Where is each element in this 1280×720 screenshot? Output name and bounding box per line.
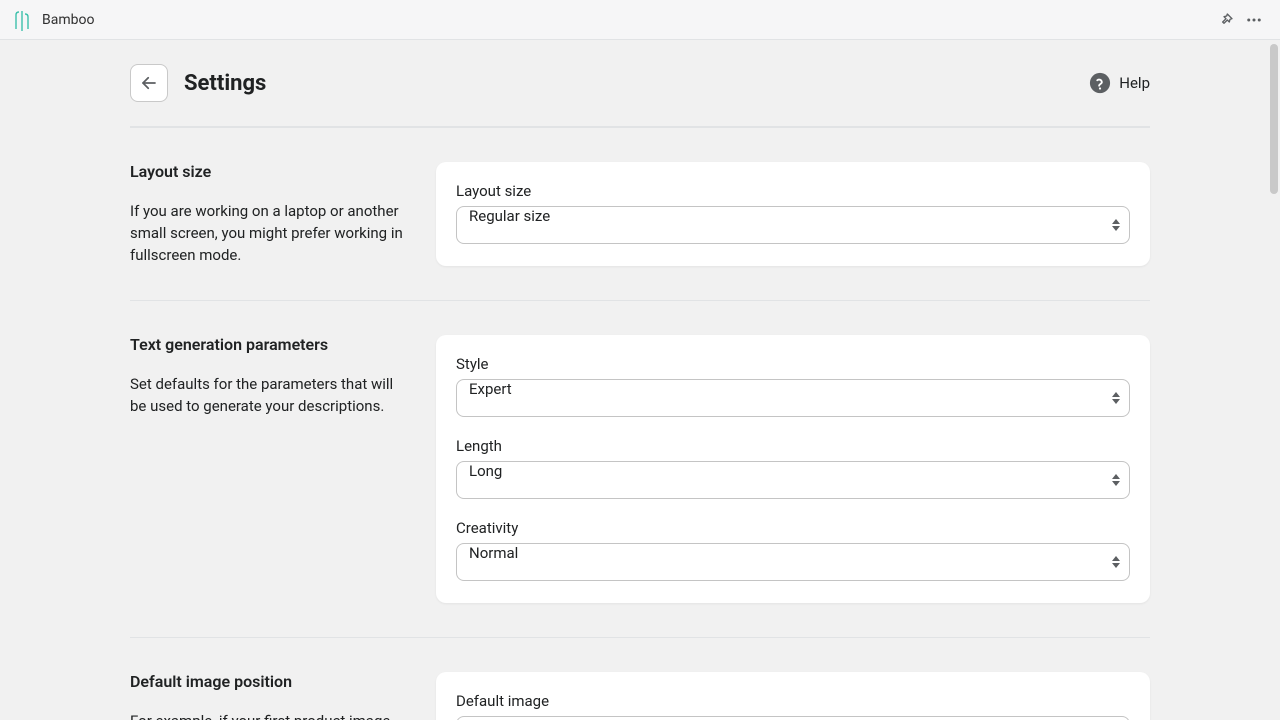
app-logo-icon	[12, 8, 32, 32]
section-description: If you are working on a laptop or anothe…	[130, 201, 410, 266]
section-description: For example, if your first product image…	[130, 711, 410, 720]
default-image-select[interactable]: Position 1	[456, 716, 1130, 720]
page-title: Settings	[184, 71, 266, 96]
creativity-label: Creativity	[456, 519, 1130, 537]
back-button[interactable]	[130, 64, 168, 102]
more-menu-button[interactable]	[1240, 6, 1268, 34]
length-select[interactable]: Long	[456, 461, 1130, 499]
scrollbar-thumb[interactable]	[1270, 44, 1278, 194]
layout-size-select[interactable]: Regular size	[456, 206, 1130, 244]
section-title: Default image position	[130, 672, 410, 691]
section-title: Text generation parameters	[130, 335, 410, 354]
card-text-generation: Style Expert Length Long	[436, 335, 1150, 603]
card-layout-size: Layout size Regular size	[436, 162, 1150, 266]
help-label: Help	[1119, 74, 1150, 92]
arrow-left-icon	[140, 74, 158, 92]
style-label: Style	[456, 355, 1130, 373]
content-viewport: Settings Help Layout size If you are wor…	[0, 40, 1280, 720]
style-select[interactable]: Expert	[456, 379, 1130, 417]
creativity-select[interactable]: Normal	[456, 543, 1130, 581]
section-layout-size: Layout size If you are working on a lapt…	[130, 127, 1150, 300]
card-default-image: Default image Position 1 Select the posi…	[436, 672, 1150, 720]
layout-size-label: Layout size	[456, 182, 1130, 200]
section-text-generation: Text generation parameters Set defaults …	[130, 300, 1150, 637]
length-label: Length	[456, 437, 1130, 455]
section-description: Set defaults for the parameters that wil…	[130, 374, 410, 418]
help-link[interactable]: Help	[1089, 72, 1150, 94]
section-default-image-position: Default image position For example, if y…	[130, 637, 1150, 720]
help-icon	[1089, 72, 1111, 94]
section-title: Layout size	[130, 162, 410, 181]
pin-button[interactable]	[1212, 6, 1240, 34]
default-image-label: Default image	[456, 692, 1130, 710]
topbar: Bamboo	[0, 0, 1280, 40]
app-title: Bamboo	[42, 12, 94, 28]
page-header: Settings Help	[130, 64, 1150, 126]
